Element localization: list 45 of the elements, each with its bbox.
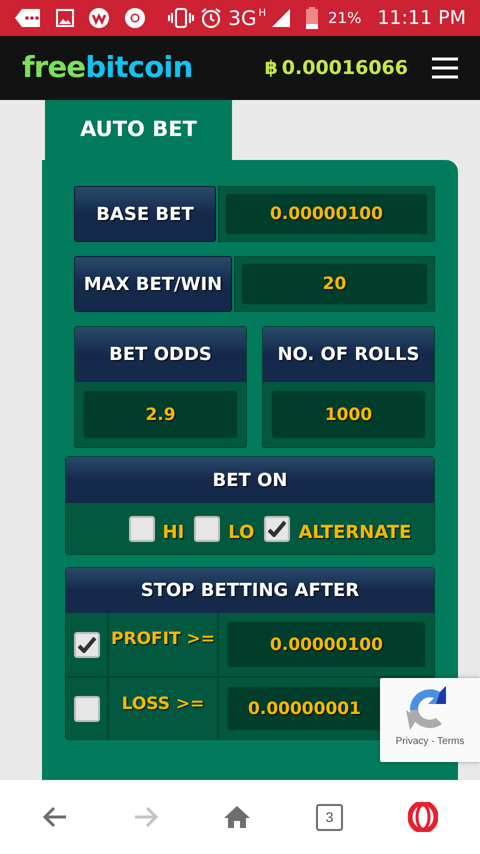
tab-count[interactable]: 3 <box>316 804 344 830</box>
bitcoin-symbol: ฿ <box>264 56 278 81</box>
circle-logo-icon <box>88 7 110 29</box>
image-icon <box>56 9 74 27</box>
checkmark-icon <box>268 520 286 536</box>
site-logo[interactable]: freebitcoin <box>22 46 193 90</box>
network-subtype: H <box>258 8 266 19</box>
field-label: BET ODDS <box>75 327 246 382</box>
checkbox[interactable] <box>128 516 155 542</box>
balance: 0.00016066 <box>282 56 408 81</box>
home-icon[interactable] <box>223 805 252 829</box>
input-field[interactable]: 0.00000100 <box>225 193 428 235</box>
option-label: LO <box>228 521 254 545</box>
input-field[interactable]: 1000 <box>271 390 426 439</box>
message-icon <box>14 8 42 28</box>
section-title: STOP BETTING AFTER <box>66 568 434 613</box>
input-field[interactable]: 0.00000100 <box>227 621 426 668</box>
signal-icon <box>272 9 290 27</box>
condition-label: LOSS >= <box>122 693 204 716</box>
recaptcha-badge[interactable]: Privacy - Terms <box>380 678 480 762</box>
back-arrow-icon[interactable] <box>42 805 68 829</box>
input-field[interactable]: 0.00000001 <box>227 686 382 731</box>
field-label: NO. OF ROLLS <box>263 327 434 382</box>
clock: 11:11 PM <box>377 6 466 31</box>
tab[interactable]: AUTO BET <box>45 100 232 160</box>
vibrate-icon <box>168 8 194 28</box>
input-field[interactable]: 2.9 <box>83 390 238 439</box>
option-label: ALTERNATE <box>298 521 412 545</box>
field-label: MAX BET/WIN <box>74 256 232 312</box>
checkbox[interactable] <box>74 696 100 722</box>
option-label: HI <box>162 521 184 545</box>
alarm-icon <box>200 7 222 29</box>
menu-icon[interactable] <box>432 57 458 79</box>
checkbox[interactable] <box>74 632 100 658</box>
condition-label: PROFIT >= <box>111 628 215 651</box>
network-type: 3G <box>228 8 256 28</box>
battery-icon <box>306 7 318 29</box>
section-title: BET ON <box>66 457 434 503</box>
checkbox[interactable] <box>194 516 220 542</box>
privacy-terms-links[interactable]: Privacy - Terms <box>396 734 464 749</box>
input-field[interactable]: 20 <box>241 263 428 305</box>
field-label: BASE BET <box>74 186 216 242</box>
checkmark-icon <box>78 636 96 652</box>
battery-percent: 21% <box>328 8 362 29</box>
checkbox[interactable] <box>264 516 290 542</box>
